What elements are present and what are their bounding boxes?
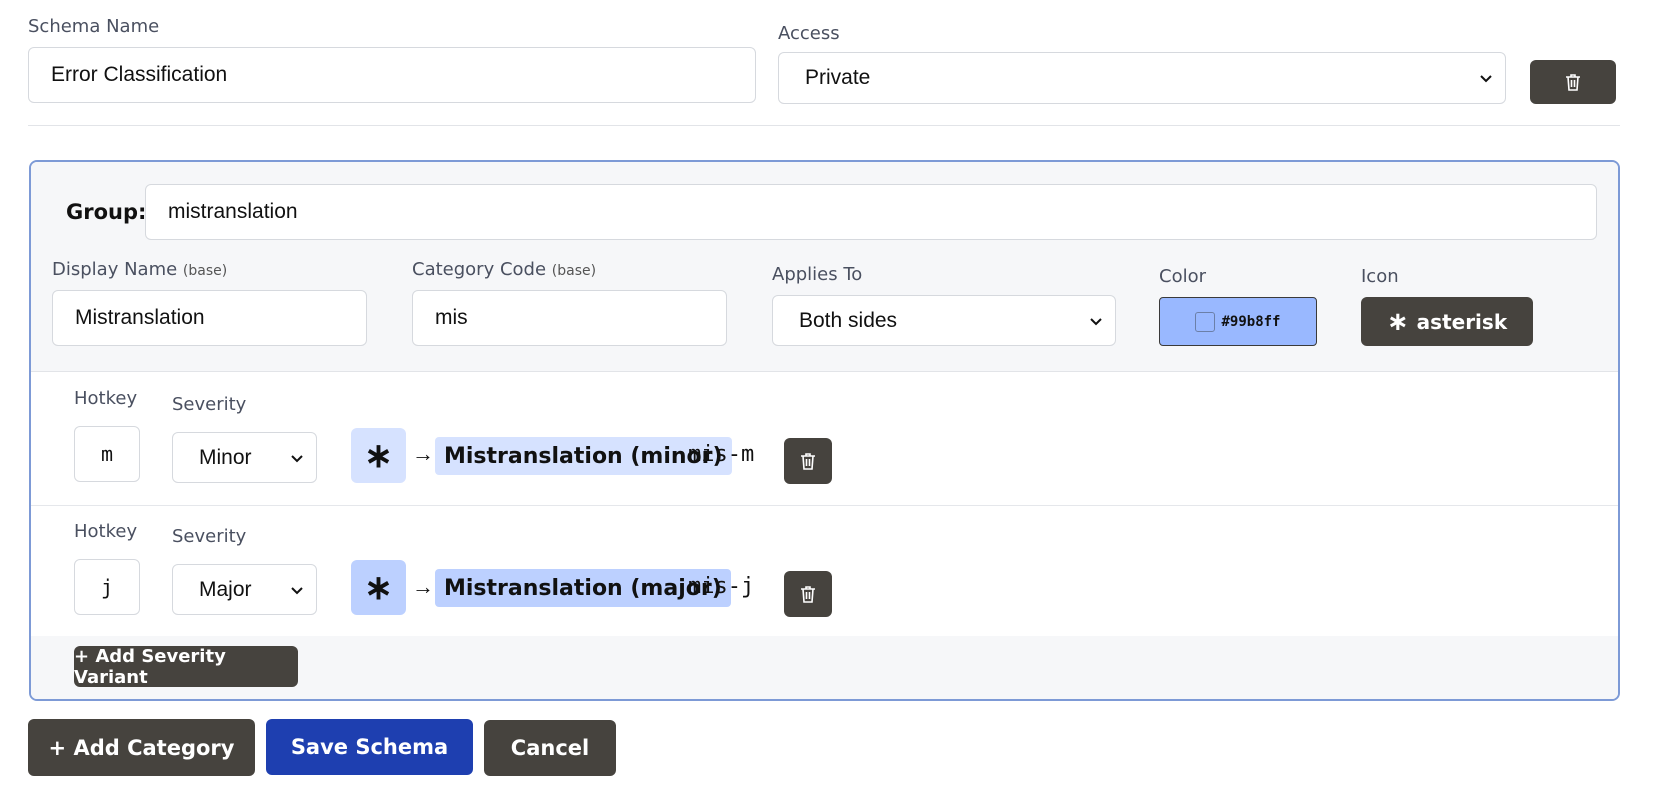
chevron-down-icon bbox=[291, 454, 303, 462]
applies-to-label: Applies To bbox=[772, 264, 863, 285]
save-schema-button[interactable]: Save Schema bbox=[266, 719, 473, 775]
arrow-icon: → bbox=[412, 441, 434, 466]
severity-select[interactable]: Major bbox=[172, 564, 317, 615]
delete-variant-button[interactable] bbox=[784, 438, 832, 484]
arrow-icon: → bbox=[412, 574, 434, 599]
hotkey-input[interactable]: j bbox=[74, 559, 140, 615]
chevron-down-icon bbox=[1090, 317, 1102, 325]
color-picker-button[interactable]: #99b8ff bbox=[1159, 297, 1317, 346]
asterisk-icon: ∗ bbox=[351, 560, 406, 615]
trash-icon bbox=[801, 453, 815, 470]
category-code-hint: (base) bbox=[551, 263, 597, 279]
result-code: mis-j bbox=[688, 574, 755, 599]
cancel-button[interactable]: Cancel bbox=[484, 720, 616, 776]
schema-name-label: Schema Name bbox=[28, 16, 160, 37]
category-code-label-text: Category Code bbox=[412, 259, 547, 280]
hotkey-label: Hotkey bbox=[74, 521, 138, 542]
display-name-hint: (base) bbox=[182, 263, 228, 279]
category-card: Group: mistranslation Display Name (base… bbox=[29, 160, 1620, 701]
group-label: Group: bbox=[66, 200, 147, 224]
add-category-button[interactable]: + Add Category bbox=[28, 719, 255, 776]
display-name-label: Display Name (base) bbox=[52, 259, 227, 280]
category-code-input[interactable]: mis bbox=[412, 290, 727, 346]
chevron-down-icon bbox=[1480, 75, 1492, 83]
display-name-label-text: Display Name bbox=[52, 259, 178, 280]
access-value: Private bbox=[805, 66, 871, 89]
trash-icon bbox=[801, 586, 815, 603]
delete-schema-button[interactable] bbox=[1530, 60, 1616, 104]
result-name-chip: Mistranslation (major) bbox=[435, 569, 731, 607]
icon-label: Icon bbox=[1361, 266, 1399, 287]
display-name-input[interactable]: Mistranslation bbox=[52, 290, 367, 346]
access-select[interactable]: Private bbox=[778, 52, 1506, 104]
hotkey-label: Hotkey bbox=[74, 388, 138, 409]
applies-to-value: Both sides bbox=[799, 308, 898, 332]
chevron-down-icon bbox=[291, 586, 303, 594]
schema-name-input[interactable]: Error Classification bbox=[28, 47, 756, 103]
hotkey-input[interactable]: m bbox=[74, 426, 140, 482]
row-divider bbox=[31, 505, 1618, 506]
asterisk-icon: ∗ bbox=[1386, 306, 1409, 337]
add-severity-variant-button[interactable]: + Add Severity Variant bbox=[74, 646, 298, 688]
trash-icon bbox=[1566, 74, 1580, 91]
delete-variant-button[interactable] bbox=[784, 571, 832, 617]
color-value: #99b8ff bbox=[1221, 313, 1281, 330]
color-swatch bbox=[1195, 311, 1216, 332]
category-code-label: Category Code (base) bbox=[412, 259, 596, 280]
severity-label: Severity bbox=[172, 526, 247, 547]
severity-value: Minor bbox=[199, 445, 252, 469]
severity-select[interactable]: Minor bbox=[172, 432, 317, 483]
asterisk-icon: ∗ bbox=[351, 428, 406, 483]
color-label: Color bbox=[1159, 266, 1206, 287]
group-input[interactable]: mistranslation bbox=[145, 184, 1597, 240]
applies-to-select[interactable]: Both sides bbox=[772, 295, 1116, 346]
severity-label: Severity bbox=[172, 394, 247, 415]
severity-value: Major bbox=[199, 577, 252, 601]
icon-name: asterisk bbox=[1416, 309, 1508, 334]
access-label: Access bbox=[778, 23, 840, 44]
icon-picker-button[interactable]: ∗ asterisk bbox=[1361, 297, 1533, 346]
divider bbox=[28, 125, 1620, 126]
result-code: mis-m bbox=[688, 442, 755, 467]
